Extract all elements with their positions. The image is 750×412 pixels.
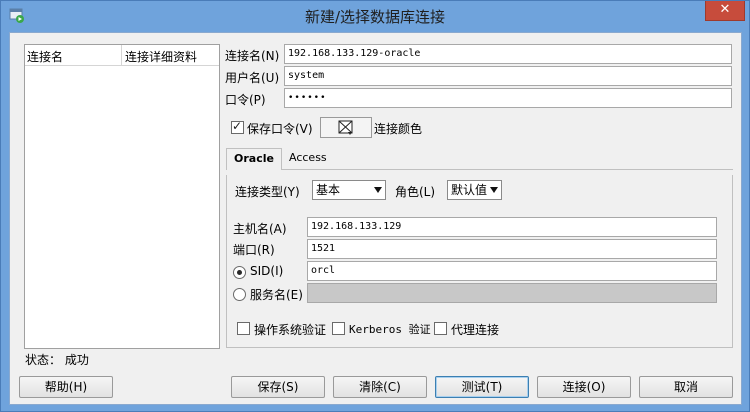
conn-name-input[interactable]: 192.168.133.129-oracle xyxy=(284,44,732,64)
save-password-label: 保存口令(V) xyxy=(247,122,313,136)
color-picker-icon xyxy=(338,120,353,135)
conn-type-select[interactable]: 基本 xyxy=(312,180,386,200)
window-title: 新建/选择数据库连接 xyxy=(304,8,446,26)
service-name-input[interactable] xyxy=(307,283,717,303)
column-header-conn-name[interactable]: 连接名 xyxy=(27,48,63,65)
column-header-conn-details[interactable]: 连接详细资料 xyxy=(125,48,197,65)
service-name-label: 服务名(E) xyxy=(250,288,303,302)
status-text: 状态： 成功 xyxy=(25,353,89,367)
os-auth-checkbox[interactable] xyxy=(237,322,250,335)
dropdown-arrow-icon xyxy=(374,187,382,193)
clear-button[interactable]: 清除(C) xyxy=(333,376,427,398)
kerberos-label: Kerberos 验证 xyxy=(349,321,431,337)
help-button[interactable]: 帮助(H) xyxy=(19,376,113,398)
username-input[interactable]: system xyxy=(284,66,732,86)
connect-button[interactable]: 连接(O) xyxy=(537,376,631,398)
conn-name-label: 连接名(N) xyxy=(225,49,280,63)
close-icon: ✕ xyxy=(719,2,731,17)
conn-type-label: 连接类型(Y) xyxy=(235,185,300,199)
kerberos-checkbox[interactable] xyxy=(332,322,345,335)
dropdown-arrow-icon xyxy=(490,187,498,193)
conn-color-button[interactable] xyxy=(320,117,372,138)
hostname-input[interactable]: 192.168.133.129 xyxy=(307,217,717,237)
sid-radio[interactable] xyxy=(233,266,246,279)
username-label: 用户名(U) xyxy=(225,71,280,85)
role-label: 角色(L) xyxy=(395,185,436,199)
conn-color-label: 连接颜色 xyxy=(374,122,423,136)
role-value: 默认值 xyxy=(451,183,488,197)
save-button[interactable]: 保存(S) xyxy=(231,376,325,398)
title-bar[interactable]: 新建/选择数据库连接 ✕ xyxy=(1,1,749,31)
port-label: 端口(R) xyxy=(233,243,275,257)
sid-label: SID(I) xyxy=(250,264,284,278)
hostname-label: 主机名(A) xyxy=(233,222,287,236)
password-input[interactable]: •••••• xyxy=(284,88,732,108)
save-password-checkbox[interactable] xyxy=(231,119,244,134)
kerberos-label-text: Kerberos 验证 xyxy=(349,323,431,336)
sid-input[interactable]: orcl xyxy=(307,261,717,281)
test-button[interactable]: 测试(T) xyxy=(435,376,529,398)
cancel-button[interactable]: 取消 xyxy=(639,376,733,398)
conn-type-value: 基本 xyxy=(316,183,341,197)
password-label: 口令(P) xyxy=(225,93,266,107)
column-divider xyxy=(121,45,122,66)
dialog-body: 连接名 连接详细资料 连接名(N) 192.168.133.129-oracle… xyxy=(9,32,742,405)
connection-list[interactable]: 连接名 连接详细资料 xyxy=(24,44,220,349)
proxy-label: 代理连接 xyxy=(451,323,500,337)
proxy-checkbox[interactable] xyxy=(434,322,447,335)
tab-oracle[interactable]: Oracle xyxy=(226,148,282,170)
os-auth-label: 操作系统验证 xyxy=(254,323,327,337)
dialog-window: 新建/选择数据库连接 ✕ 连接名 连接详细资料 连接名(N) 192.168.1… xyxy=(0,0,750,412)
role-select[interactable]: 默认值 xyxy=(447,180,502,200)
connection-list-header: 连接名 连接详细资料 xyxy=(25,45,219,66)
tab-access[interactable]: Access xyxy=(282,148,334,170)
port-input[interactable]: 1521 xyxy=(307,239,717,259)
service-name-radio[interactable] xyxy=(233,288,246,301)
close-button[interactable]: ✕ xyxy=(705,1,745,21)
